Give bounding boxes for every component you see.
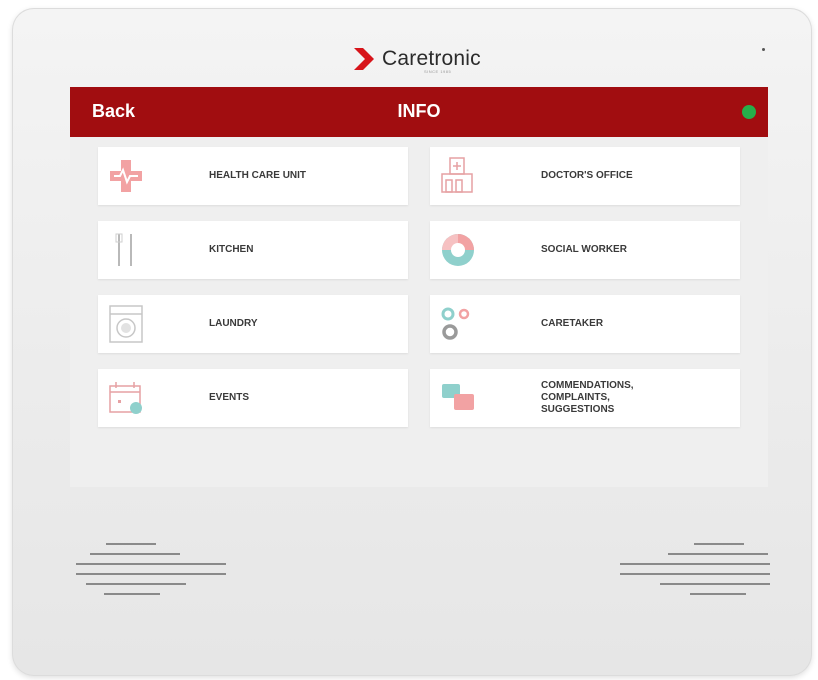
gears-icon [441, 307, 470, 340]
header-bar: Back INFO [70, 87, 768, 137]
chat-bubbles-icon [442, 384, 474, 410]
cutlery-icon [115, 233, 132, 266]
tile-label: EVENTS [209, 392, 250, 403]
brand-name: Caretronic [382, 47, 481, 70]
page-title: INFO [397, 101, 441, 121]
camera-lens [762, 48, 765, 51]
building-icon [441, 157, 473, 193]
tile-label: SOCIAL WORKER [541, 244, 627, 255]
brand-tagline: SINCE 1985 [424, 69, 452, 74]
tile-label: KITCHEN [209, 244, 254, 255]
tile-kitchen[interactable]: KITCHEN [98, 221, 408, 279]
tile-label: COMMENDATIONS, COMPLAINTS, SUGGESTIONS [541, 380, 634, 415]
status-indicator-icon [742, 105, 756, 119]
touch-screen: Back INFO HEALTH CARE UNIT DOCTOR'S OFFI… [70, 87, 768, 487]
caretronic-logo: Caretronic SINCE 1985 [352, 44, 481, 74]
medical-cross-icon [110, 160, 142, 192]
tile-label: HEALTH CARE UNIT [209, 170, 307, 181]
tile-doctors-office[interactable]: DOCTOR'S OFFICE [430, 147, 740, 205]
tile-social-worker[interactable]: SOCIAL WORKER [430, 221, 740, 279]
tile-label: DOCTOR'S OFFICE [541, 170, 633, 181]
tile-label: LAUNDRY [209, 318, 258, 329]
tile-label: CARETAKER [541, 318, 604, 329]
tile-caretaker[interactable]: CARETAKER [430, 295, 740, 353]
washing-machine-icon [109, 305, 143, 343]
tile-health-care-unit[interactable]: HEALTH CARE UNIT [98, 147, 408, 205]
caretronic-chevron-icon [354, 48, 374, 70]
pie-chart-icon [442, 234, 474, 266]
tile-commendations-complaints-suggestions[interactable]: COMMENDATIONS, COMPLAINTS, SUGGESTIONS [430, 369, 740, 427]
right-speaker-grille [620, 543, 780, 613]
tile-events[interactable]: EVENTS [98, 369, 408, 427]
calendar-icon [109, 382, 142, 414]
left-speaker-grille [76, 543, 236, 613]
tile-laundry[interactable]: LAUNDRY [98, 295, 408, 353]
